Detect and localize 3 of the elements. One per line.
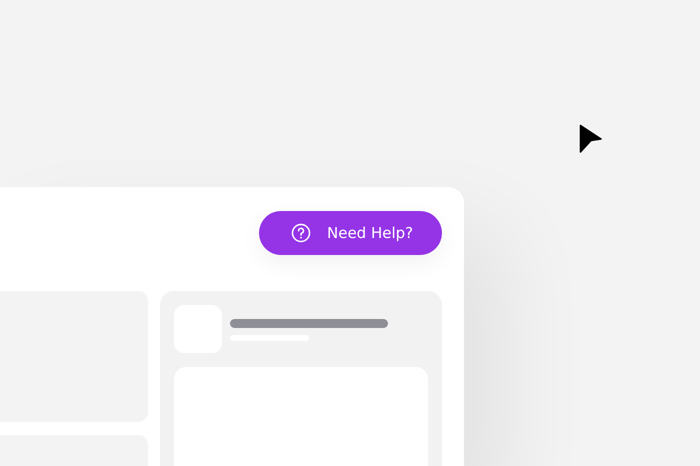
cursor-icon	[579, 124, 603, 154]
help-icon	[291, 223, 311, 243]
help-button[interactable]: Need Help?	[259, 211, 442, 255]
